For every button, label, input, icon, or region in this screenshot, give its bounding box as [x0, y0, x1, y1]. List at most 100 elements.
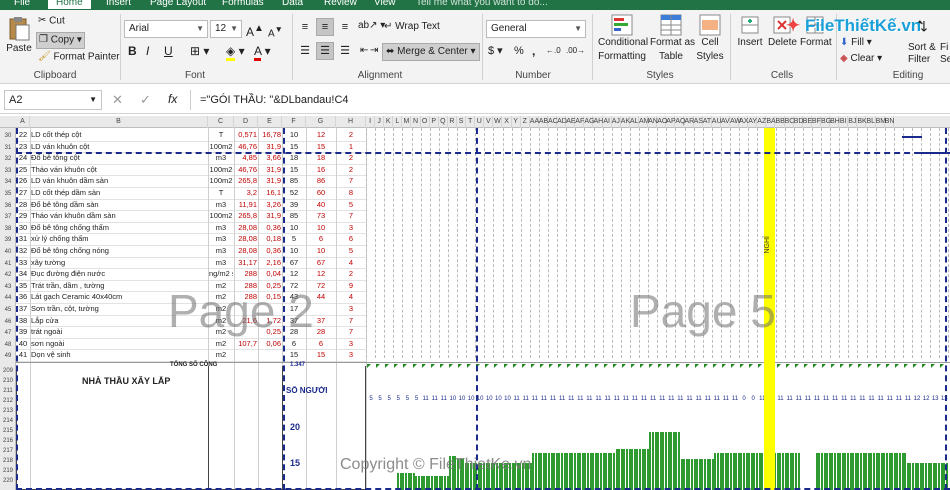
cancel-icon[interactable]: ✕ — [112, 92, 123, 108]
cell-c[interactable]: T — [209, 188, 233, 198]
cell-f[interactable]: 10 — [283, 130, 305, 140]
cell-c[interactable]: m3 — [209, 153, 233, 163]
column-header[interactable]: AR — [685, 116, 694, 128]
row-header[interactable]: 48 — [0, 340, 16, 352]
borders-button[interactable]: ⊞ ▾ — [190, 44, 209, 58]
row-header[interactable]: 218 — [0, 456, 16, 466]
row-header[interactable]: 31 — [0, 143, 16, 155]
cell-d[interactable]: 265,8 — [235, 211, 257, 221]
cell-f[interactable]: 10 — [283, 246, 305, 256]
cell-a[interactable]: 28 — [17, 200, 29, 210]
column-header[interactable]: BG — [821, 116, 831, 128]
align-center-button[interactable]: ☰ — [316, 42, 334, 60]
column-header[interactable]: AK — [621, 116, 630, 128]
cell-c[interactable]: m3 — [209, 258, 233, 268]
formula-input[interactable]: ="GÓI THẦU: "&DLbandau!C4 — [200, 94, 349, 106]
align-middle-button[interactable]: ≡ — [316, 18, 334, 36]
cell-g[interactable]: 10 — [307, 223, 335, 233]
cell-d[interactable]: 107,7 — [235, 339, 257, 349]
comma-button[interactable]: , — [532, 44, 535, 58]
column-header[interactable]: AG — [584, 116, 595, 128]
cell-b[interactable]: Đổ bê tông cột — [31, 153, 207, 163]
cell-a[interactable]: 37 — [17, 304, 29, 314]
decrease-font-button[interactable]: A▼ — [268, 22, 283, 41]
column-header[interactable]: AE — [566, 116, 576, 128]
column-header[interactable]: AI — [603, 116, 612, 128]
column-header[interactable]: AJ — [612, 116, 621, 128]
cell-a[interactable]: 24 — [17, 153, 29, 163]
cell-g[interactable]: 12 — [307, 130, 335, 140]
column-header[interactable]: I — [366, 116, 376, 128]
increase-indent-button[interactable]: ⇥ — [370, 44, 378, 58]
cell-b[interactable]: LD ván khuôn cột — [31, 142, 207, 152]
cell-h[interactable]: 3 — [337, 350, 365, 360]
cell-d[interactable]: 4,85 — [235, 153, 257, 163]
cell-b[interactable]: Đổ bê tông dầm sàn — [31, 200, 207, 210]
cell-h[interactable]: 2 — [337, 153, 365, 163]
row-header[interactable]: 34 — [0, 177, 16, 189]
cell-e[interactable]: 0,36 — [259, 223, 281, 233]
column-header[interactable]: M — [402, 116, 412, 128]
name-box[interactable]: A2 ▼ — [4, 90, 102, 110]
cell-b[interactable]: Đổ bê tông chống thấm — [31, 223, 207, 233]
column-header[interactable]: AC — [548, 116, 558, 128]
cell-b[interactable]: LD cốt thép cột — [31, 130, 207, 140]
column-header[interactable]: BK — [857, 116, 867, 128]
column-header[interactable]: BC — [785, 116, 794, 128]
insert-function-button[interactable]: fx — [168, 92, 177, 106]
cell-a[interactable]: 30 — [17, 223, 29, 233]
cell-c[interactable]: T — [209, 130, 233, 140]
cell-b[interactable]: Đục đường điện nước — [31, 269, 207, 279]
column-header[interactable]: BJ — [848, 116, 858, 128]
cell-e[interactable]: 0,06 — [259, 339, 281, 349]
merge-center-button[interactable]: ⬌ Merge & Center ▾ — [382, 43, 480, 61]
cell-a[interactable]: 29 — [17, 211, 29, 221]
column-header[interactable]: BE — [803, 116, 812, 128]
column-header[interactable]: BF — [812, 116, 821, 128]
cell-f[interactable]: 52 — [283, 188, 305, 198]
cell-a[interactable]: 40 — [17, 339, 29, 349]
cell-c[interactable]: 100m2 — [209, 165, 233, 175]
cell-f[interactable]: 67 — [283, 258, 305, 268]
align-left-button[interactable]: ☰ — [296, 42, 314, 60]
row-header[interactable]: 46 — [0, 317, 16, 329]
cell-a[interactable]: 34 — [17, 269, 29, 279]
cell-h[interactable]: 7 — [337, 316, 365, 326]
cell-e[interactable]: 31,9 — [259, 176, 281, 186]
column-header[interactable]: S — [457, 116, 467, 128]
bold-button[interactable]: B — [128, 44, 137, 58]
align-top-button[interactable]: ≡ — [296, 18, 314, 36]
row-header[interactable]: 216 — [0, 436, 16, 446]
orientation-button[interactable]: ab↗ ▾ — [358, 19, 385, 33]
column-header[interactable]: G — [306, 116, 336, 128]
cell-a[interactable]: 35 — [17, 281, 29, 291]
cell-a[interactable]: 31 — [17, 234, 29, 244]
cell-h[interactable]: 4 — [337, 292, 365, 302]
column-header[interactable]: BN — [885, 116, 894, 128]
row-header[interactable]: 42 — [0, 270, 16, 282]
tab-data[interactable]: Data — [282, 0, 303, 9]
column-header[interactable]: H — [336, 116, 366, 128]
cell-f[interactable]: 85 — [283, 176, 305, 186]
cell-h[interactable]: 4 — [337, 258, 365, 268]
cell-d[interactable]: 11,91 — [235, 200, 257, 210]
column-header[interactable]: BM — [876, 116, 886, 128]
cell-c[interactable]: ng/m2 s — [209, 269, 233, 279]
cell-f[interactable]: 15 — [283, 165, 305, 175]
column-header[interactable]: AM — [639, 116, 650, 128]
find-select-button[interactable]: Fi Se — [940, 42, 950, 66]
worksheet-grid[interactable]: A B C D E F G H I J K L M N O P Q R S T U V W X Y Z AA AB AC AD AE AF AG… — [0, 116, 950, 490]
cell-a[interactable]: 27 — [17, 188, 29, 198]
row-header[interactable]: 213 — [0, 406, 16, 416]
cell-f[interactable]: 18 — [283, 153, 305, 163]
column-header[interactable]: BA — [766, 116, 776, 128]
row-header[interactable]: 47 — [0, 328, 16, 340]
decrease-indent-button[interactable]: ⇤ — [360, 44, 368, 58]
tab-file[interactable]: File — [14, 0, 30, 9]
cell-h[interactable]: 3 — [337, 339, 365, 349]
enter-icon[interactable]: ✓ — [140, 92, 151, 108]
column-header[interactable]: D — [234, 116, 258, 128]
cell-g[interactable]: 60 — [307, 188, 335, 198]
cell-h[interactable]: 2 — [337, 130, 365, 140]
cell-g[interactable]: 15 — [307, 350, 335, 360]
